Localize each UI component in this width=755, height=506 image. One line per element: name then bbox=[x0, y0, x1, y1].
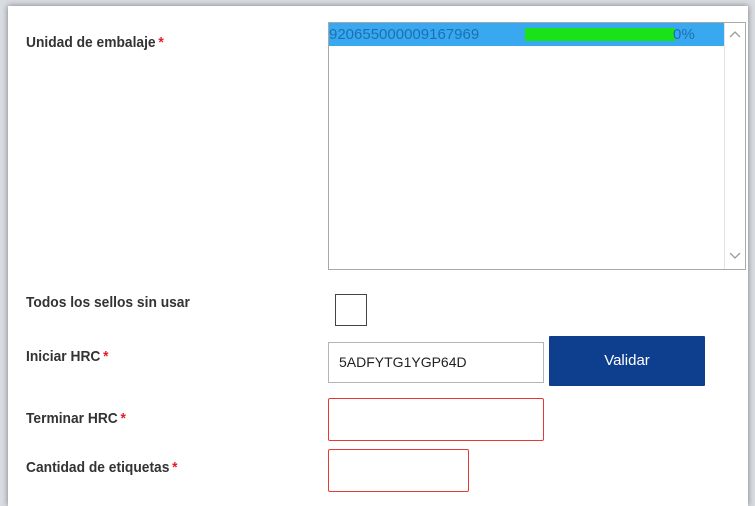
required-mark: * bbox=[103, 348, 109, 365]
chevron-up-icon[interactable] bbox=[725, 25, 745, 45]
list-item[interactable]: 920655000009167969 0% bbox=[329, 23, 725, 46]
all-seals-unused-label: Todos los sellos sin usar bbox=[26, 294, 190, 311]
end-hrc-label: Terminar HRC * bbox=[26, 410, 126, 427]
packaging-unit-code: 920655000009167969 bbox=[329, 26, 480, 43]
progress-text: 0% bbox=[673, 26, 695, 43]
packaging-unit-label: Unidad de embalaje * bbox=[26, 34, 164, 51]
required-mark: * bbox=[172, 459, 178, 476]
end-hrc-input[interactable] bbox=[328, 398, 544, 441]
required-mark: * bbox=[120, 410, 126, 427]
packaging-unit-listbox[interactable]: 920655000009167969 0% bbox=[328, 22, 746, 270]
start-hrc-input[interactable]: 5ADFYTG1YGP64D bbox=[328, 342, 544, 383]
start-hrc-label: Iniciar HRC * bbox=[26, 348, 109, 365]
label-quantity-input[interactable] bbox=[328, 449, 469, 492]
form-panel: Unidad de embalaje * 920655000009167969 0… bbox=[8, 6, 748, 506]
progress-fill bbox=[525, 28, 675, 41]
validate-button[interactable]: Validar bbox=[549, 336, 705, 386]
label-quantity-label: Cantidad de etiquetas * bbox=[26, 459, 178, 476]
scrollbar[interactable] bbox=[724, 23, 745, 269]
required-mark: * bbox=[158, 34, 164, 51]
chevron-down-icon[interactable] bbox=[725, 247, 745, 267]
all-seals-unused-checkbox[interactable] bbox=[335, 294, 367, 326]
